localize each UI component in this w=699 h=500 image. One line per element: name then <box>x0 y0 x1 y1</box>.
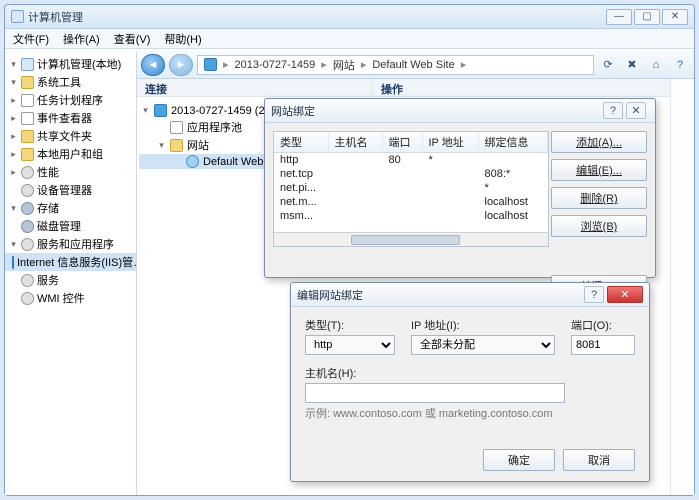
bindings-close-x[interactable]: ✕ <box>626 102 646 119</box>
port-input[interactable] <box>571 335 635 355</box>
crumb-sites[interactable]: 网站 <box>333 57 355 73</box>
bindings-table[interactable]: 类型 主机名 端口 IP 地址 绑定信息 http80*net.tcp808:*… <box>273 131 549 247</box>
tree-devmgr[interactable]: 设备管理器 <box>5 181 136 199</box>
help-icon[interactable]: ? <box>670 55 690 75</box>
tree-perf[interactable]: ▸性能 <box>5 163 136 181</box>
tree-task[interactable]: ▸任务计划程序 <box>5 91 136 109</box>
tree-systools[interactable]: ▾系统工具 <box>5 73 136 91</box>
window-title: 计算机管理 <box>28 9 83 25</box>
edit-title: 编辑网站绑定 <box>297 287 363 303</box>
iis-navbar: ◄ ► ▸ 2013-0727-1459 ▸ 网站 ▸ Default Web … <box>137 51 694 79</box>
titlebar[interactable]: 计算机管理 — ▢ ✕ <box>5 5 694 29</box>
col-host[interactable]: 主机名 <box>328 132 382 153</box>
edit-binding-dialog: 编辑网站绑定 ? ✕ 类型(T): http IP 地址(I): 全部未分配 端… <box>290 282 650 482</box>
bindings-hscrollbar[interactable] <box>274 232 548 246</box>
edit-binding-button[interactable]: 编辑(E)... <box>551 159 647 181</box>
crumb-server[interactable]: 2013-0727-1459 <box>235 59 316 71</box>
actions-pane <box>670 79 694 495</box>
col-port[interactable]: 端口 <box>382 132 422 153</box>
remove-binding-button[interactable]: 删除(R) <box>551 187 647 209</box>
tree-iis[interactable]: Internet 信息服务(IIS)管… <box>5 253 136 271</box>
tree-services-apps[interactable]: ▾服务和应用程序 <box>5 235 136 253</box>
connections-label: 连接 <box>137 79 373 96</box>
menubar: 文件(F) 操作(A) 查看(V) 帮助(H) <box>5 29 694 49</box>
table-row[interactable]: net.m...localhost <box>274 195 548 209</box>
edit-help-button[interactable]: ? <box>584 286 604 303</box>
ok-button[interactable]: 确定 <box>483 449 555 471</box>
host-input[interactable] <box>305 383 565 403</box>
subheader: 连接 操作 <box>137 79 694 97</box>
bindings-titlebar[interactable]: 网站绑定 ? ✕ <box>265 99 655 123</box>
tree-wmi[interactable]: WMI 控件 <box>5 289 136 307</box>
menu-view[interactable]: 查看(V) <box>114 31 151 47</box>
host-hint: 示例: www.contoso.com 或 marketing.contoso.… <box>291 403 649 423</box>
tree-shared[interactable]: ▸共享文件夹 <box>5 127 136 145</box>
scrollbar-thumb[interactable] <box>351 235 461 245</box>
tree-storage[interactable]: ▾存储 <box>5 199 136 217</box>
home-icon[interactable]: ⌂ <box>646 55 666 75</box>
edit-titlebar[interactable]: 编辑网站绑定 ? ✕ <box>291 283 649 307</box>
tree-users[interactable]: ▸本地用户和组 <box>5 145 136 163</box>
tree-services[interactable]: 服务 <box>5 271 136 289</box>
browse-binding-button[interactable]: 浏览(B) <box>551 215 647 237</box>
add-binding-button[interactable]: 添加(A)... <box>551 131 647 153</box>
col-ip[interactable]: IP 地址 <box>422 132 478 153</box>
edit-close-x[interactable]: ✕ <box>607 286 643 303</box>
mmc-tree[interactable]: ▾计算机管理(本地) ▾系统工具 ▸任务计划程序 ▸事件查看器 ▸共享文件夹 ▸… <box>5 51 137 495</box>
app-icon <box>11 10 24 23</box>
bindings-help-button[interactable]: ? <box>603 102 623 119</box>
bindings-title: 网站绑定 <box>271 103 315 119</box>
col-type[interactable]: 类型 <box>274 132 328 153</box>
actions-label: 操作 <box>373 79 694 96</box>
port-label: 端口(O): <box>571 317 635 333</box>
crumb-default[interactable]: Default Web Site <box>372 59 454 71</box>
menu-file[interactable]: 文件(F) <box>13 31 49 47</box>
table-row[interactable]: net.pi...* <box>274 181 548 195</box>
nav-forward-button[interactable]: ► <box>169 54 193 76</box>
ip-label: IP 地址(I): <box>411 317 555 333</box>
ip-select[interactable]: 全部未分配 <box>411 335 555 355</box>
col-info[interactable]: 绑定信息 <box>478 132 548 153</box>
type-select[interactable]: http <box>305 335 395 355</box>
table-row[interactable]: net.tcp808:* <box>274 167 548 181</box>
type-label: 类型(T): <box>305 317 395 333</box>
tree-event[interactable]: ▸事件查看器 <box>5 109 136 127</box>
menu-action[interactable]: 操作(A) <box>63 31 100 47</box>
maximize-button[interactable]: ▢ <box>634 9 660 25</box>
tree-disk[interactable]: 磁盘管理 <box>5 217 136 235</box>
stop-icon[interactable]: ✖ <box>622 55 642 75</box>
bindings-dialog: 网站绑定 ? ✕ 类型 主机名 端口 IP 地址 绑定信息 http80*net… <box>264 98 656 278</box>
cancel-button[interactable]: 取消 <box>563 449 635 471</box>
host-label: 主机名(H): <box>305 365 635 381</box>
minimize-button[interactable]: — <box>606 9 632 25</box>
menu-help[interactable]: 帮助(H) <box>164 31 201 47</box>
server-icon <box>204 58 217 71</box>
refresh-icon[interactable]: ⟳ <box>598 55 618 75</box>
breadcrumb[interactable]: ▸ 2013-0727-1459 ▸ 网站 ▸ Default Web Site… <box>197 55 594 75</box>
table-row[interactable]: http80* <box>274 153 548 168</box>
nav-back-button[interactable]: ◄ <box>141 54 165 76</box>
table-row[interactable]: msm...localhost <box>274 209 548 223</box>
close-button[interactable]: ✕ <box>662 9 688 25</box>
tree-root[interactable]: ▾计算机管理(本地) <box>5 55 136 73</box>
